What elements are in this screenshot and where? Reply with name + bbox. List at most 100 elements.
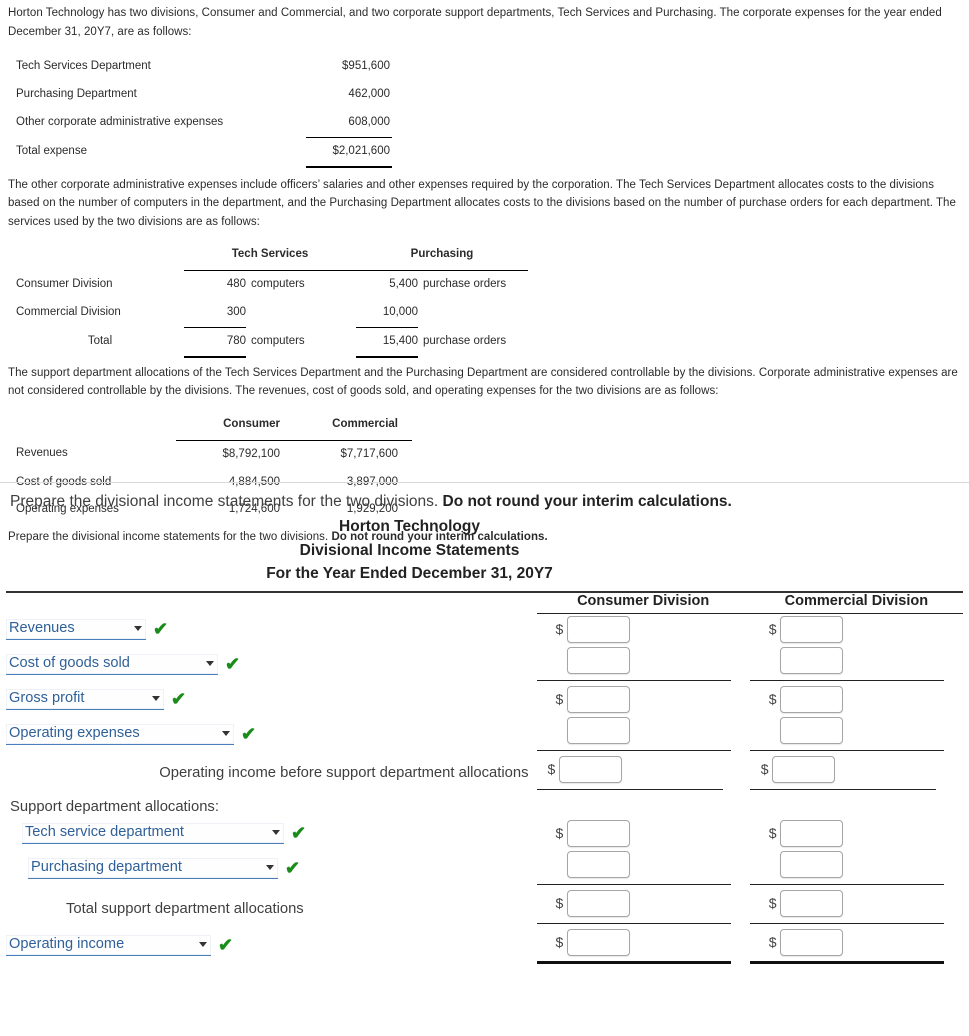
tech-commercial-amount: $ xyxy=(750,818,963,849)
consumer-value: $8,792,100 xyxy=(222,447,280,460)
expense-amount: $951,600 xyxy=(342,60,390,73)
revenues-consumer-input[interactable] xyxy=(566,615,630,643)
purchasing-department-dropdown[interactable]: Purchasing department xyxy=(28,857,278,879)
row-cost-of-goods-sold: Cost of goods sold ✔ xyxy=(6,645,963,684)
expense-amount: 462,000 xyxy=(348,88,390,101)
operating-income-dropdown[interactable]: Operating income xyxy=(6,934,211,956)
expense-label: Other corporate administrative expenses xyxy=(16,116,224,129)
oi-before-commercial-input[interactable] xyxy=(771,755,835,783)
dollar-sign: $ xyxy=(555,691,564,708)
dollar-sign: $ xyxy=(555,825,564,842)
consumer-header: Consumer xyxy=(176,410,294,441)
problem-paragraph-1: Horton Technology has two divisions, Con… xyxy=(8,7,942,38)
operating-income-consumer-rule xyxy=(536,960,731,964)
gap-cell xyxy=(529,849,537,888)
tech-service-department-dropdown[interactable]: Tech service department xyxy=(22,822,284,844)
tech-service-dropdown-value: Tech service department xyxy=(25,824,184,841)
row-gross-profit: Gross profit ✔ $ $ xyxy=(6,684,963,715)
commercial-division-header-label: Commercial Division xyxy=(749,593,963,614)
check-icon: ✔ xyxy=(285,858,301,879)
support-allocations-header-cell: Support department allocations: xyxy=(6,793,529,818)
table-row: Commercial Division 300 10,000 xyxy=(16,299,528,328)
gross-profit-commercial-input[interactable] xyxy=(779,685,843,713)
answer-form: Prepare the divisional income statements… xyxy=(0,484,969,964)
income-statement-grid: Consumer Division Commercial Division Re… xyxy=(6,593,963,964)
purchasing-total: 15,400 xyxy=(356,327,418,358)
services-total-label: Total xyxy=(87,335,113,348)
purchasing-dropdown-value: Purchasing department xyxy=(31,859,182,876)
purch-commercial-cell xyxy=(749,849,963,888)
operating-income-dropdown-value: Operating income xyxy=(9,936,125,953)
commercial-value: $7,717,600 xyxy=(340,447,398,460)
purch-commercial-input[interactable] xyxy=(779,850,843,878)
revenues-dropdown[interactable]: Revenues xyxy=(6,618,146,640)
opex-consumer-input[interactable] xyxy=(566,716,630,744)
operating-income-consumer-cell: $ xyxy=(536,927,750,964)
table-row: Consumer Division 480 computers 5,400 pu… xyxy=(16,271,528,299)
operating-income-consumer-input[interactable] xyxy=(566,928,630,956)
gross-profit-consumer-input[interactable] xyxy=(566,685,630,713)
purchasing-label-cell: Purchasing department ✔ xyxy=(6,849,529,888)
row-operating-income-before-allocations: Operating income before support departme… xyxy=(6,754,963,793)
grid-header-row: Consumer Division Commercial Division xyxy=(6,593,963,614)
opex-commercial-rule xyxy=(749,747,944,751)
tech-services-unit xyxy=(246,299,356,327)
operating-income-commercial-input[interactable] xyxy=(779,928,843,956)
total-support-consumer-input[interactable] xyxy=(566,889,630,917)
tech-service-label-cell: Tech service department ✔ xyxy=(6,818,529,849)
dollar-sign: $ xyxy=(547,761,556,778)
opex-dropdown-wrap: Operating expenses ✔ xyxy=(6,721,529,748)
divisions-blank-header xyxy=(16,411,176,440)
operating-expenses-dropdown[interactable]: Operating expenses xyxy=(6,723,234,745)
section-divider xyxy=(0,482,969,483)
header-gap-cell xyxy=(529,593,537,614)
opex-consumer-cell xyxy=(536,715,750,754)
tech-services-value: 300 xyxy=(184,299,246,328)
oi-before-consumer-input[interactable] xyxy=(558,755,622,783)
purchasing-dropdown-wrap: Purchasing department ✔ xyxy=(28,855,529,882)
services-blank-header xyxy=(16,241,184,270)
tech-consumer-input[interactable] xyxy=(566,819,630,847)
tech-commercial-input[interactable] xyxy=(779,819,843,847)
dollar-sign: $ xyxy=(555,621,564,638)
table-row: Revenues $8,792,100 $7,717,600 xyxy=(16,440,412,468)
total-expense-label: Total expense xyxy=(16,144,87,157)
gap-cell xyxy=(529,888,537,927)
problem-statement: Horton Technology has two divisions, Con… xyxy=(0,0,969,547)
check-icon: ✔ xyxy=(218,935,234,956)
expense-label: Purchasing Department xyxy=(16,88,137,101)
cogs-consumer-cell xyxy=(536,645,750,684)
table-row-total: Total expense $2,021,600 xyxy=(16,136,392,168)
cogs-consumer-input[interactable] xyxy=(566,646,630,674)
operating-income-consumer-amount: $ xyxy=(537,927,750,958)
opex-commercial-input[interactable] xyxy=(779,716,843,744)
gap-cell xyxy=(529,818,537,849)
gross-profit-dropdown[interactable]: Gross profit xyxy=(6,688,164,710)
check-icon: ✔ xyxy=(171,689,187,710)
support-header-consumer-cell xyxy=(537,793,750,818)
gross-profit-commercial-cell: $ xyxy=(750,684,963,715)
opex-consumer-rule xyxy=(536,747,731,751)
gross-profit-consumer-amount: $ xyxy=(537,684,750,715)
total-support-label-cell: Total support department allocations xyxy=(6,888,529,927)
total-support-commercial-input[interactable] xyxy=(779,889,843,917)
cogs-dropdown-value: Cost of goods sold xyxy=(9,655,130,672)
total-support-consumer-amount: $ xyxy=(537,888,750,919)
purchasing-unit: purchase orders xyxy=(423,278,507,291)
cost-of-goods-sold-dropdown[interactable]: Cost of goods sold xyxy=(6,653,218,675)
support-header-commercial-cell xyxy=(750,793,963,818)
cogs-commercial-rule xyxy=(749,677,944,681)
chevron-down-icon xyxy=(206,661,214,667)
cogs-consumer-rule xyxy=(536,677,731,681)
dollar-sign: $ xyxy=(768,621,777,638)
revenues-commercial-cell: $ xyxy=(750,614,963,645)
purch-commercial-amount xyxy=(750,849,963,880)
purch-consumer-input[interactable] xyxy=(566,850,630,878)
chevron-down-icon xyxy=(199,942,207,948)
revenues-commercial-input[interactable] xyxy=(779,615,843,643)
form-prompt: Prepare the divisional income statements… xyxy=(6,484,963,515)
cogs-commercial-input[interactable] xyxy=(779,646,843,674)
problem-paragraph-3: The support department allocations of th… xyxy=(8,366,958,398)
revenues-dropdown-wrap: Revenues ✔ xyxy=(6,616,529,643)
oi-before-label: Operating income before support departme… xyxy=(159,765,529,782)
